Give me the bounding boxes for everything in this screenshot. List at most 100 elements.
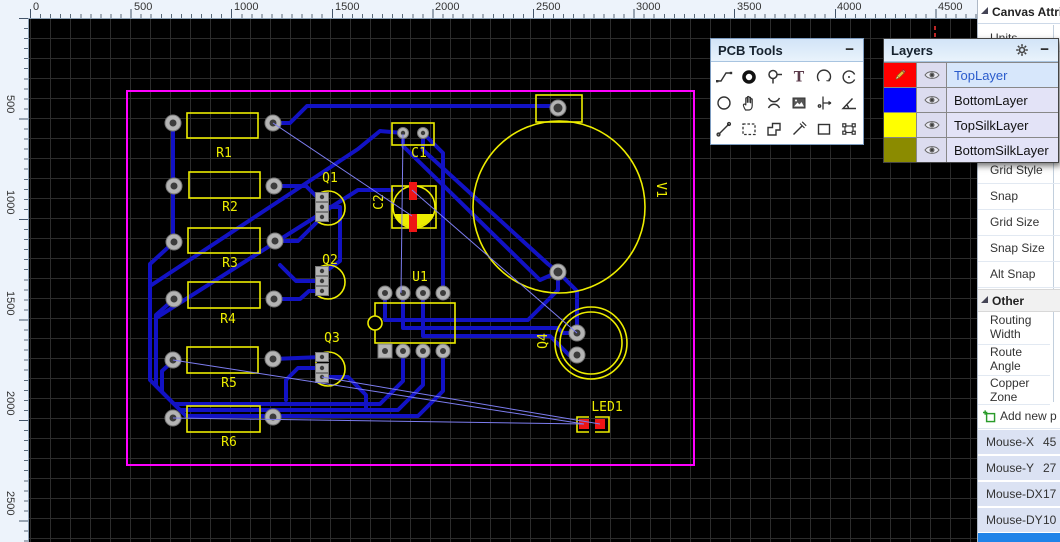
dimension-icon	[817, 96, 831, 110]
layers-title: Layers	[891, 42, 933, 58]
tool-circle[interactable]	[711, 90, 736, 116]
attr-row-snap-size: Snap Size	[978, 235, 1060, 262]
ruler-tick-label: 2500	[536, 1, 561, 13]
minimize-button[interactable]: −	[1038, 42, 1051, 57]
svg-text:Q1: Q1	[322, 171, 338, 186]
ruler-tick-label: 1000	[4, 190, 16, 215]
tool-arc[interactable]	[811, 64, 836, 90]
layer-row-bottomlayer[interactable]: BottomLayer	[884, 87, 1058, 112]
group-icon	[841, 123, 856, 135]
component-V1[interactable]: V1	[472, 94, 668, 294]
attr-row-alt-snap: Alt Snap	[978, 261, 1060, 288]
tool-group[interactable]	[836, 116, 861, 142]
component-LED1[interactable]: LED1	[576, 400, 623, 433]
layers-header[interactable]: Layers −	[884, 39, 1058, 62]
svg-text:U1: U1	[412, 270, 428, 285]
tool-test-point[interactable]	[786, 116, 811, 142]
layer-row-bottomsilklayer[interactable]: BottomSilkLayer	[884, 137, 1058, 162]
svg-text:Q3: Q3	[324, 331, 340, 346]
tool-pad[interactable]	[736, 64, 761, 90]
layer-name[interactable]: BottomSilkLayer	[947, 138, 1058, 162]
tool-text[interactable]: T	[786, 64, 811, 90]
ruler-tick-label: 4000	[837, 1, 862, 13]
hand-icon	[742, 95, 753, 111]
gear-icon[interactable]	[1015, 43, 1029, 57]
tool-hole[interactable]	[761, 90, 786, 116]
tool-track[interactable]	[711, 64, 736, 90]
ruler-tick-label: 3500	[737, 1, 762, 13]
pcb-tools-grid: T	[711, 62, 863, 144]
copper-area-icon	[766, 122, 781, 136]
svg-text:LED1: LED1	[591, 400, 622, 415]
image-icon	[792, 97, 805, 109]
layer-row-topsilklayer[interactable]: TopSilkLayer	[884, 112, 1058, 137]
layer-color-swatch[interactable]	[884, 113, 916, 137]
other-section-header[interactable]: Other	[978, 289, 1060, 312]
attr-row-route-angle: Route Angle	[978, 343, 1050, 376]
copper-traces[interactable]	[148, 104, 579, 418]
svg-text:R2: R2	[222, 200, 238, 215]
smd-pad[interactable]	[409, 214, 417, 232]
tool-dimension[interactable]	[811, 90, 836, 116]
mouse-x-readout: Mouse-X 45	[978, 430, 1060, 456]
attr-row-routing-width: Routing Width	[978, 311, 1050, 345]
visibility-eye-icon[interactable]	[916, 138, 947, 162]
ruler-tick-label: 0	[33, 1, 40, 13]
attr-row-snap: Snap	[978, 183, 1060, 210]
easyeda-pcb-editor: R1 R2 R3 R4 R5 R6 Q1 Q2 Q3 C1 C2 V1 U1 Q…	[0, 0, 1060, 542]
minimize-button[interactable]: −	[843, 42, 856, 57]
tool-select[interactable]	[736, 116, 761, 142]
component-Q4[interactable]: Q4	[536, 306, 628, 380]
layer-name[interactable]: TopSilkLayer	[947, 113, 1058, 137]
ruler-corner	[0, 0, 28, 18]
tool-drag[interactable]	[736, 90, 761, 116]
layer-name[interactable]: TopLayer	[947, 63, 1058, 87]
pcb-tools-panel: PCB Tools − T	[710, 38, 864, 145]
tool-angle[interactable]	[836, 90, 861, 116]
rectangle-icon	[817, 123, 830, 135]
mouse-dx-readout: Mouse-DX 17	[978, 482, 1060, 508]
svg-text:R6: R6	[221, 435, 237, 450]
sidebar-section-header[interactable]: Canvas Attrib	[978, 0, 1060, 24]
tool-arc-center[interactable]	[836, 64, 861, 90]
tool-image[interactable]	[786, 90, 811, 116]
tool-rect[interactable]	[811, 116, 836, 142]
svg-text:R1: R1	[216, 146, 232, 161]
ruler-tick-label: 2000	[4, 391, 16, 416]
ruler-tick-label: 1500	[4, 291, 16, 316]
layer-name[interactable]: BottomLayer	[947, 88, 1058, 112]
collapse-icon	[981, 7, 988, 14]
circle-icon	[716, 96, 731, 110]
svg-text:V1: V1	[653, 182, 668, 198]
arc-icon	[816, 69, 831, 82]
ruler-tick-label: 1000	[234, 1, 259, 13]
visibility-eye-icon[interactable]	[916, 63, 947, 87]
tool-via[interactable]	[761, 64, 786, 90]
ruler-vertical: 500 1000 1500 2000 2500	[0, 0, 29, 542]
svg-text:Q2: Q2	[322, 253, 338, 268]
tool-measure[interactable]	[711, 116, 736, 142]
component-R1[interactable]: R1	[164, 112, 282, 161]
component-R4[interactable]: R4	[165, 281, 283, 327]
layer-row-toplayer[interactable]: TopLayer	[884, 62, 1058, 87]
add-icon	[983, 409, 996, 422]
svg-text:R5: R5	[221, 376, 237, 391]
tool-copper-area[interactable]	[761, 116, 786, 142]
track-icon	[715, 71, 732, 83]
ruler-tick-label: 1500	[335, 1, 360, 13]
ruler-tick-label: 2000	[435, 1, 460, 13]
visibility-eye-icon[interactable]	[916, 113, 947, 137]
text-icon: T	[793, 70, 804, 86]
add-new-parameter-button[interactable]: Add new p	[978, 404, 1060, 429]
visibility-eye-icon[interactable]	[916, 88, 947, 112]
hole-icon	[767, 97, 780, 109]
component-R5[interactable]: R5	[164, 346, 282, 391]
layer-color-swatch[interactable]	[884, 88, 916, 112]
layer-color-swatch[interactable]	[884, 138, 916, 162]
pad-icon	[741, 70, 756, 84]
pcb-tools-header[interactable]: PCB Tools −	[711, 39, 863, 62]
sidebar-bottom-bar[interactable]	[978, 533, 1060, 542]
svg-text:C1: C1	[411, 146, 427, 161]
measure-icon	[715, 121, 731, 137]
layer-color-swatch[interactable]	[884, 63, 916, 87]
